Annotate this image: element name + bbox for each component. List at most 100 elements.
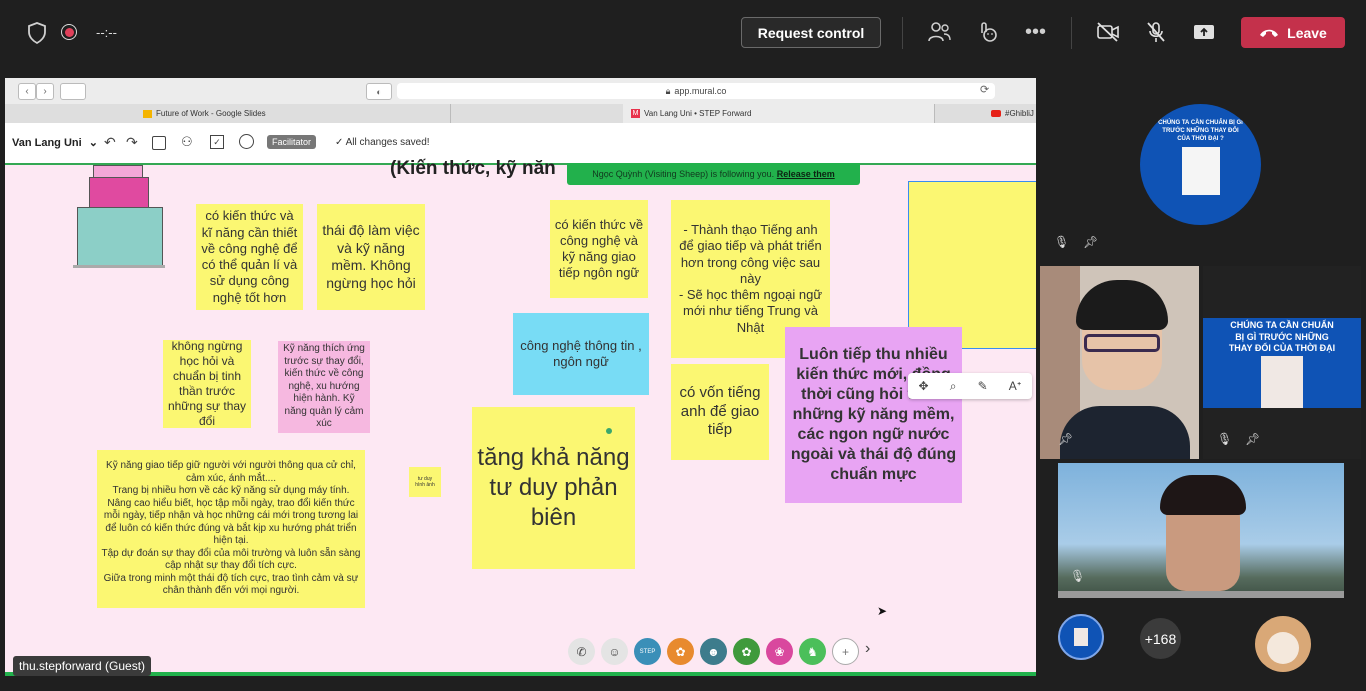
add-collaborator-icon[interactable]: + [832, 638, 859, 665]
participant-hair [1076, 280, 1168, 330]
leave-button[interactable]: Leave [1241, 17, 1345, 48]
release-link[interactable]: Release them [777, 169, 835, 179]
divider [902, 17, 903, 49]
tab-mural[interactable]: M Van Lang Uni • STEP Forward [623, 104, 935, 123]
presenter-name-label: thu.stepforward (Guest) [13, 656, 152, 676]
youtube-icon [991, 110, 1001, 117]
sticky-note[interactable]: có kiến thức và kĩ năng cần thiết về côn… [196, 204, 303, 310]
avatar[interactable]: STEP [634, 638, 661, 665]
workspace-name: Van Lang Uni [12, 137, 82, 149]
suitcase-illustration [69, 165, 179, 273]
participant-avatar[interactable] [1058, 614, 1104, 660]
mouse-cursor-icon: ➤ [877, 604, 888, 618]
browser-toolbar: ‹ › ◐ 🔒︎ app.mural.co ⟳ [5, 78, 1036, 105]
back-icon[interactable]: ‹ [18, 83, 36, 100]
mic-off-icon: 🎙︎ [1070, 569, 1086, 583]
facilitator-label: Facilitator [272, 137, 312, 147]
sticky-note[interactable]: Luôn tiếp thu nhiều kiến thức mới, đồng … [785, 327, 962, 503]
avatar[interactable]: ☻ [700, 638, 727, 665]
move-icon[interactable]: ✥ [919, 379, 929, 393]
sticky-note[interactable]: có vốn tiếng anh để giao tiếp [671, 364, 769, 460]
edit-icon[interactable]: ✎ [978, 379, 988, 393]
video-tile[interactable]: 🎙︎ [1058, 463, 1344, 598]
selection-toolbar: ✥ ⌕ ✎ Aᐩ [908, 373, 1032, 399]
cursor-dot [606, 428, 612, 434]
pin-icon[interactable]: 📌︎ [1245, 432, 1260, 446]
facilitator-badge[interactable]: Facilitator [267, 135, 317, 149]
tile-bottom-bar [1058, 591, 1344, 598]
video-tile[interactable]: CHÚNG TA CẦN CHUẨN BỊ GÌ TRƯỚC NHỮNG THA… [1203, 266, 1361, 459]
avatar[interactable]: ✿ [667, 638, 694, 665]
forward-icon[interactable]: › [36, 83, 54, 100]
emoji-icon[interactable]: ☺ [601, 638, 628, 665]
sticky-note[interactable]: Kỹ năng thích ứng trước sự thay đổi, kiế… [278, 341, 370, 433]
participant-glasses [1084, 334, 1160, 352]
share-screen-icon[interactable] [1193, 22, 1215, 47]
collaborators-icon[interactable]: ⚇ [181, 134, 193, 150]
sticky-note-empty[interactable] [908, 181, 1036, 349]
presenter-figure [1261, 356, 1303, 408]
shield-icon[interactable] [27, 22, 47, 50]
meeting-toolbar: --:-- Request control ••• Leave [0, 0, 1366, 64]
canvas-bottom-border [5, 672, 1036, 676]
sticky-note[interactable]: Kỹ năng giao tiếp giữ người với người th… [97, 450, 365, 608]
avatar[interactable]: ❀ [766, 638, 793, 665]
sticky-note[interactable]: tư duy hình ảnh [409, 467, 441, 497]
phone-icon[interactable]: ✆ [568, 638, 595, 665]
shared-slide-thumbnail: CHÚNG TA CẦN CHUẨN BỊ GÌ TRƯỚC NHỮNG THA… [1203, 318, 1361, 408]
workspace-selector[interactable]: Van Lang Uni ⌄ [12, 136, 98, 149]
tab-label: Van Lang Uni • STEP Forward [644, 109, 752, 118]
check-circle-icon: ✓ [335, 137, 344, 148]
shield-privacy-icon[interactable]: ◐ [366, 83, 392, 100]
slides-icon [143, 109, 152, 118]
participant-body [1060, 406, 1190, 459]
zoom-icon[interactable]: ⌕ [950, 379, 957, 394]
outline-icon[interactable] [152, 136, 166, 150]
chevron-down-icon: ⌄ [88, 137, 98, 149]
hangup-icon [1259, 25, 1279, 41]
leave-label: Leave [1287, 24, 1327, 41]
reload-icon[interactable]: ⟳ [980, 83, 989, 96]
presenter-avatar[interactable]: CHÚNG TA CẦN CHUẨN BỊ GÌ TRƯỚC NHỮNG THA… [1140, 104, 1261, 225]
participant-avatar[interactable] [1255, 616, 1311, 672]
participants-icon[interactable] [927, 21, 951, 48]
tab-youtube[interactable]: #GhibliJ [983, 104, 1036, 123]
pin-icon[interactable]: 📌︎ [1058, 432, 1073, 446]
lock-icon: 🔒︎ [665, 85, 671, 96]
participant-hair [1160, 475, 1246, 515]
record-icon [61, 24, 77, 40]
text-size-icon[interactable]: Aᐩ [1009, 379, 1022, 393]
tab-label: Future of Work - Google Slides [156, 109, 266, 118]
request-control-button[interactable]: Request control [741, 17, 881, 48]
tab-google-slides[interactable]: Future of Work - Google Slides [135, 104, 451, 123]
reactions-icon[interactable] [976, 21, 998, 48]
avatar[interactable]: ♞ [799, 638, 826, 665]
sticky-note[interactable]: không ngừng học hỏi và chuẩn bị tinh thầ… [163, 339, 251, 428]
sticky-note[interactable]: có kiến thức về công nghệ và kỹ năng gia… [550, 200, 648, 298]
mic-off-icon[interactable] [1146, 21, 1166, 48]
sidebar-toggle-icon[interactable] [60, 83, 86, 100]
mic-off-icon: 🎙︎ [1217, 432, 1233, 446]
follow-banner: Ngọc Quỳnh (Visiting Sheep) is following… [567, 163, 860, 185]
video-tile[interactable]: 📌︎ [1040, 266, 1199, 459]
mural-icon: M [631, 109, 640, 118]
follow-text: Ngọc Quỳnh (Visiting Sheep) is following… [592, 169, 775, 179]
sticky-note[interactable]: thái độ làm việc và kỹ năng mềm. Không n… [317, 204, 425, 310]
redo-icon[interactable]: ↷ [126, 134, 138, 151]
chevron-right-icon[interactable]: › [865, 640, 870, 658]
pin-icon[interactable]: 📌︎ [1083, 235, 1098, 249]
avatar[interactable]: ✿ [733, 638, 760, 665]
tab-label: #GhibliJ [1005, 109, 1034, 118]
timer-icon[interactable] [239, 134, 254, 149]
address-bar[interactable]: 🔒︎ app.mural.co [397, 83, 995, 99]
more-options-icon[interactable]: ••• [1025, 22, 1046, 42]
avatar-slide-text: CHÚNG TA CẦN CHUẨN BỊ GÌ TRƯỚC NHỮNG THA… [1158, 120, 1243, 142]
camera-off-icon[interactable] [1096, 22, 1120, 47]
dog-face [1267, 632, 1299, 664]
presenter-figure [1074, 628, 1088, 646]
sticky-note[interactable]: công nghệ thông tin , ngôn ngữ [513, 313, 649, 395]
more-participants-badge[interactable]: +168 [1140, 618, 1181, 659]
undo-icon[interactable]: ↶ [104, 134, 116, 151]
voting-icon[interactable]: ✓ [210, 135, 224, 149]
save-status: ✓ All changes saved! [335, 137, 430, 148]
